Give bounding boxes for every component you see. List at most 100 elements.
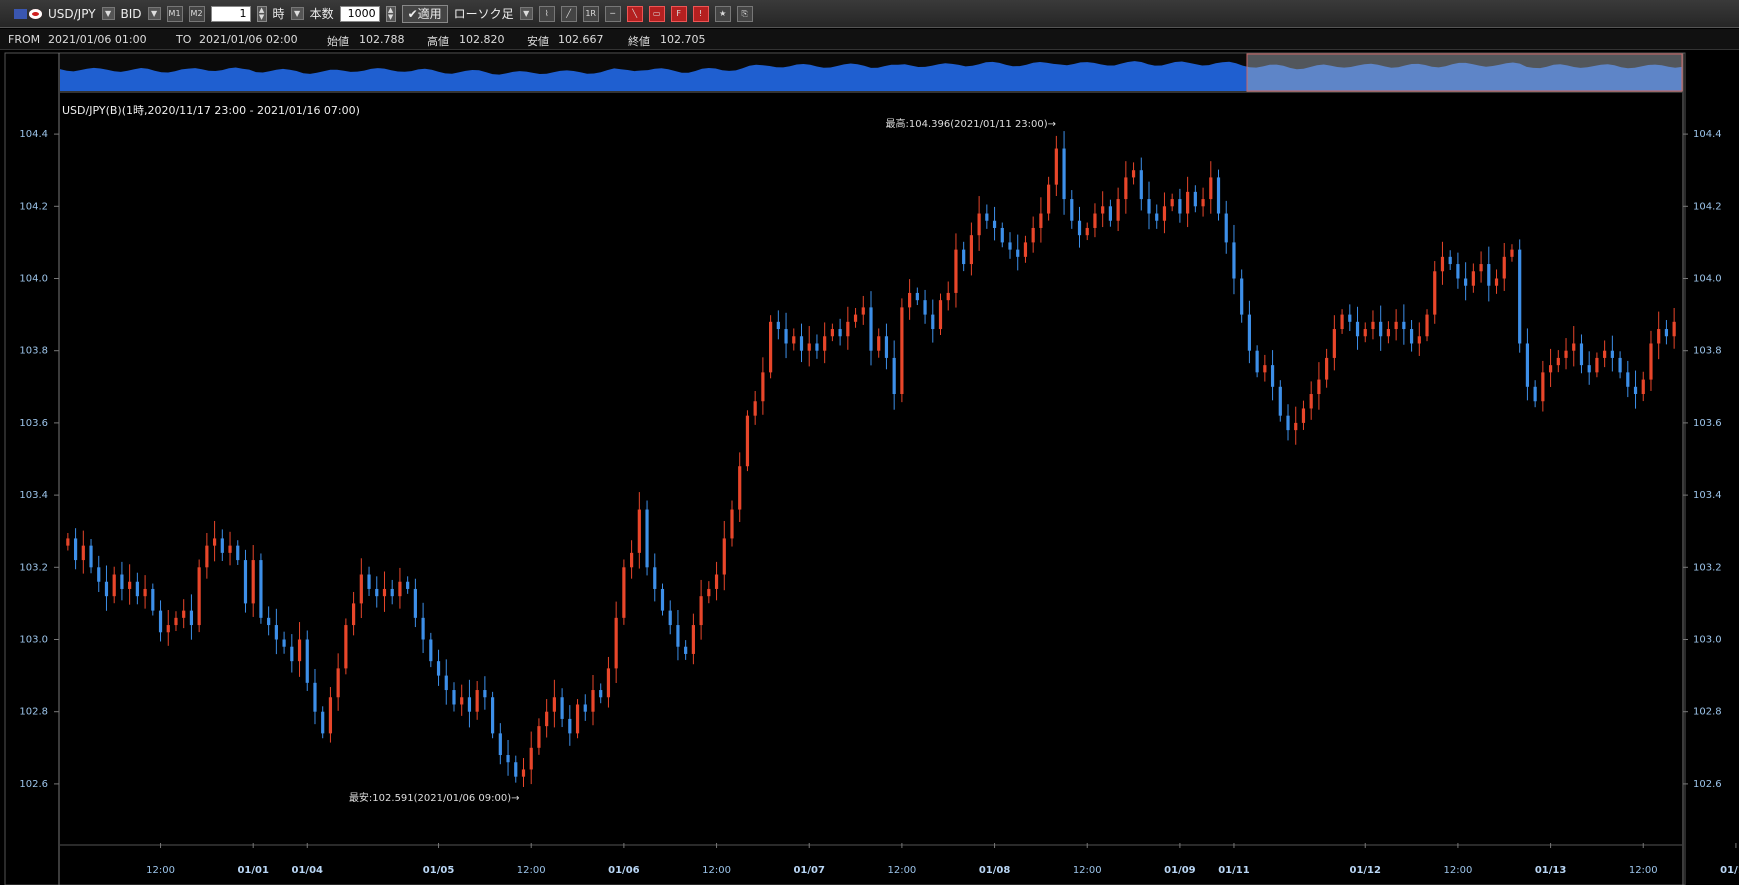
candle-body: [776, 321, 780, 330]
candle-body: [1440, 256, 1445, 272]
candle-body: [1186, 191, 1190, 214]
export-icon[interactable]: ⎘: [736, 5, 753, 22]
candle-body: [900, 307, 904, 395]
candle-body: [182, 610, 186, 618]
star-icon[interactable]: ★: [714, 5, 731, 22]
open-value: 102.788: [359, 33, 405, 46]
candle-body: [1363, 329, 1367, 337]
symbol-select[interactable]: USD/JPY: [48, 7, 96, 21]
candle-body: [1533, 386, 1537, 402]
candle-body: [807, 343, 811, 351]
x-tick-label: 12:00: [1629, 865, 1658, 876]
candle-body: [120, 574, 124, 589]
candle-body: [328, 697, 333, 734]
x-tick-label: 01/11: [1218, 865, 1250, 876]
candle-body: [1070, 199, 1074, 221]
candle-body: [1209, 177, 1213, 200]
candle-body: [1077, 220, 1082, 236]
y-tick-label-right: 103.0: [1693, 635, 1722, 646]
candle-body: [1641, 379, 1645, 395]
candle-body: [97, 567, 101, 582]
m2-button[interactable]: M2: [188, 5, 205, 22]
symbol-dropdown-icon[interactable]: ▼: [101, 7, 115, 20]
candle-body: [1487, 264, 1491, 286]
candle-body: [1618, 357, 1622, 373]
trend-icon[interactable]: ╲: [626, 5, 643, 22]
candle-body: [1116, 199, 1120, 221]
candle-body: [985, 213, 989, 221]
candle-body: [1062, 148, 1066, 200]
chart-type-dropdown-icon[interactable]: ▼: [519, 7, 533, 20]
candle-body: [467, 697, 472, 712]
apply-button[interactable]: ✔適用: [401, 4, 448, 23]
line-tool-icon[interactable]: ╱: [560, 5, 577, 22]
m1-button[interactable]: M1: [166, 5, 183, 22]
navigator-selection-window[interactable]: [1246, 53, 1683, 92]
count-stepper[interactable]: ▲ ▼: [385, 5, 396, 22]
candle-body: [483, 690, 487, 698]
candle-body: [792, 336, 796, 344]
candle-body: [166, 625, 170, 633]
chart-frame: [4, 52, 1686, 885]
candle-body: [436, 661, 441, 676]
navigator-strip[interactable]: [60, 53, 1683, 93]
candle-body: [645, 509, 649, 568]
hline-icon[interactable]: ─: [604, 5, 621, 22]
candle-body: [630, 552, 634, 568]
high-annotation: 最高:104.396(2021/01/11 23:00)→: [886, 117, 1057, 130]
candle-body: [336, 668, 340, 698]
y-tick-label-left: 102.8: [19, 707, 48, 718]
candle-body: [946, 292, 950, 301]
box-icon[interactable]: ▭: [648, 5, 665, 22]
candle-body: [884, 336, 889, 358]
candle-body: [1085, 227, 1089, 236]
candle-body: [1232, 242, 1236, 279]
candle-body: [1610, 350, 1614, 358]
y-tick-label-left: 103.4: [19, 490, 48, 501]
count-label: 本数: [309, 7, 334, 21]
x-axis: 12:00 01/01 01/04 01/05 12:00 01/06 12:00 01/07…: [60, 843, 1739, 876]
open-label: 始値: [327, 35, 349, 48]
indicator-icon[interactable]: ⌇: [538, 5, 555, 22]
fib-icon[interactable]: F: [670, 5, 687, 22]
chart-type-select[interactable]: ローソク足: [454, 5, 514, 22]
period-input[interactable]: 1: [210, 5, 251, 22]
candle-body: [367, 574, 371, 589]
count-input[interactable]: 1000: [339, 5, 380, 22]
candle-body: [313, 682, 317, 712]
period-stepper[interactable]: ▲ ▼: [256, 5, 267, 22]
period-unit-select[interactable]: 時: [273, 5, 285, 22]
price-type-dropdown-icon[interactable]: ▼: [147, 7, 161, 20]
candle-body: [274, 625, 278, 640]
alert-icon[interactable]: !: [692, 5, 709, 22]
candle-body: [220, 538, 224, 553]
candle-body: [81, 545, 85, 561]
from-value: 2021/01/06 01:00: [48, 33, 147, 46]
candle-body: [707, 588, 711, 597]
candle-body: [606, 668, 611, 698]
candle-body: [1224, 213, 1228, 243]
candle-body: [1433, 271, 1437, 315]
x-tick-label: 01/12: [1349, 865, 1381, 876]
to-value: 2021/01/06 02:00: [199, 33, 298, 46]
candle-body: [1170, 199, 1174, 207]
1r-button[interactable]: 1R: [582, 5, 599, 22]
candle-body: [753, 401, 757, 416]
candle-body: [297, 639, 302, 662]
candle-body: [205, 545, 209, 568]
price-type-select[interactable]: BID: [121, 7, 142, 21]
toolbar: USD/JPY ▼ BID ▼ M1 M2 1 ▲ ▼ 時 ▼ 本数 1000 ▲…: [0, 0, 1739, 28]
candle-body: [1579, 343, 1584, 366]
candle-body: [1270, 365, 1275, 387]
candle-body: [1556, 357, 1560, 366]
candle-body: [282, 639, 286, 647]
candle-body: [684, 646, 688, 654]
candlestick-chart[interactable]: USD/JPY(B)(1時,2020/11/17 23:00 - 2021/01…: [0, 50, 1739, 885]
candle-body: [321, 711, 325, 734]
candle-body: [375, 588, 379, 597]
x-tick-label: 01/13: [1535, 865, 1567, 876]
from-label: FROM: [8, 33, 41, 46]
candle-body: [452, 690, 456, 705]
close-label: 終値: [628, 35, 650, 48]
period-unit-dropdown-icon[interactable]: ▼: [290, 7, 304, 20]
